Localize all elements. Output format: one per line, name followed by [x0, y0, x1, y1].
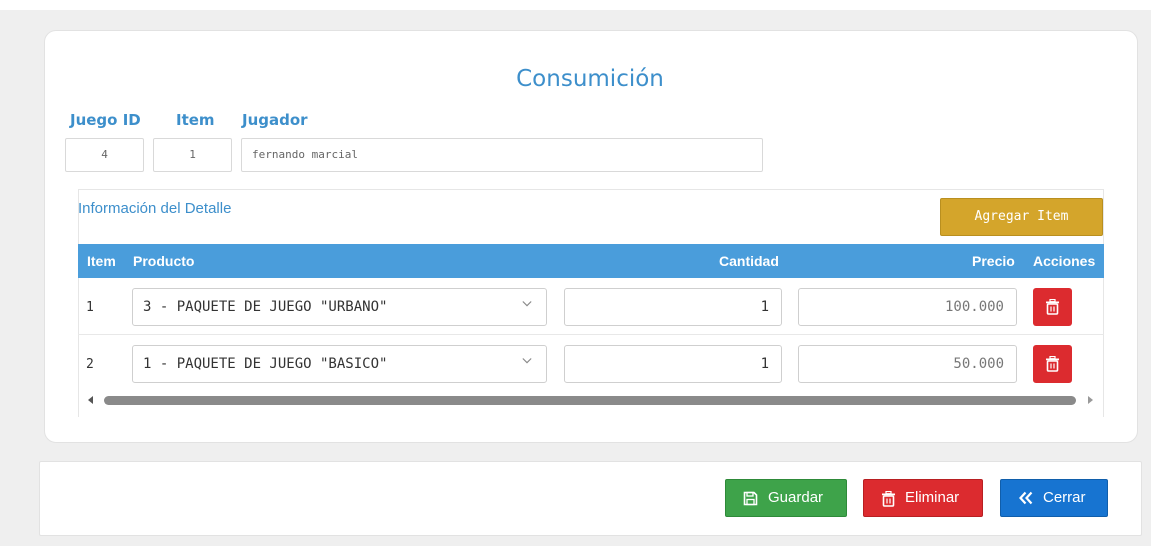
scroll-right-arrow[interactable]	[1088, 396, 1093, 404]
delete-row-button[interactable]	[1033, 288, 1072, 326]
trash-icon	[1046, 299, 1059, 315]
delete-row-button[interactable]	[1033, 345, 1072, 383]
close-button-label: Cerrar	[1043, 489, 1086, 506]
item-field[interactable]: 1	[153, 138, 232, 172]
juego-id-label: Juego ID	[70, 111, 141, 129]
add-item-button[interactable]: Agregar Item	[940, 198, 1103, 236]
save-button-label: Guardar	[768, 489, 824, 506]
delete-button-label: Eliminar	[905, 489, 960, 506]
product-select-value: 1 - PAQUETE DE JUEGO "BASICO"	[143, 356, 388, 372]
juego-id-field[interactable]: 4	[65, 138, 144, 172]
delete-button[interactable]: Eliminar	[863, 479, 983, 517]
row-item-number: 2	[86, 357, 94, 372]
save-button[interactable]: Guardar	[725, 479, 847, 517]
price-input[interactable]: 50.000	[798, 345, 1017, 383]
chevron-down-icon	[522, 358, 532, 364]
floppy-disk-icon	[743, 491, 758, 506]
column-header-acciones: Acciones	[1033, 253, 1096, 269]
table-header: Item Producto Cantidad Precio Acciones	[78, 244, 1104, 278]
product-select-value: 3 - PAQUETE DE JUEGO "URBANO"	[143, 299, 388, 315]
product-select[interactable]: 1 - PAQUETE DE JUEGO "BASICO"	[132, 345, 547, 383]
chevron-down-icon	[522, 301, 532, 307]
column-header-cantidad: Cantidad	[719, 253, 779, 269]
jugador-label: Jugador	[242, 111, 308, 129]
column-header-precio: Precio	[972, 253, 1015, 269]
detail-title: Información del Detalle	[78, 200, 232, 217]
row-item-number: 1	[86, 300, 94, 315]
top-strip	[0, 0, 1151, 10]
close-button[interactable]: Cerrar	[1000, 479, 1108, 517]
scroll-left-arrow[interactable]	[88, 396, 93, 404]
horizontal-scrollbar-thumb[interactable]	[104, 396, 1076, 405]
trash-icon	[882, 491, 895, 507]
page-title: Consumición	[516, 66, 664, 92]
product-select[interactable]: 3 - PAQUETE DE JUEGO "URBANO"	[132, 288, 547, 326]
item-label: Item	[176, 111, 215, 129]
row-divider	[78, 334, 1104, 335]
price-input[interactable]: 100.000	[798, 288, 1017, 326]
trash-icon	[1046, 356, 1059, 372]
jugador-field[interactable]: fernando marcial	[241, 138, 763, 172]
column-header-item: Item	[87, 253, 116, 269]
double-chevron-left-icon	[1019, 491, 1033, 505]
quantity-input[interactable]: 1	[564, 288, 782, 326]
column-header-producto: Producto	[133, 253, 195, 269]
quantity-input[interactable]: 1	[564, 345, 782, 383]
